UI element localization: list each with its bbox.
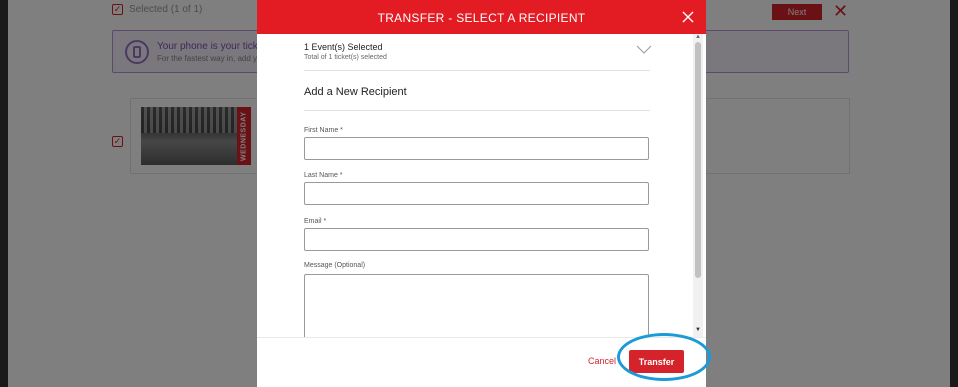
first-name-label: First Name * bbox=[304, 127, 343, 134]
divider bbox=[304, 70, 650, 71]
modal-body: 1 Event(s) Selected Total of 1 ticket(s)… bbox=[257, 34, 706, 337]
chevron-down-icon[interactable] bbox=[636, 42, 652, 54]
close-icon[interactable] bbox=[678, 7, 698, 27]
selection-subtitle: Total of 1 ticket(s) selected bbox=[304, 54, 387, 61]
scroll-up-icon[interactable]: ▲ bbox=[695, 34, 701, 40]
last-name-input[interactable] bbox=[304, 182, 649, 205]
scroll-down-icon[interactable]: ▼ bbox=[695, 327, 701, 333]
message-label: Message (Optional) bbox=[304, 262, 366, 269]
divider bbox=[304, 110, 650, 111]
modal-scrollbar[interactable]: ▲ ▼ bbox=[693, 34, 703, 337]
cancel-button[interactable]: Cancel bbox=[588, 356, 616, 366]
modal-title: TRANSFER - SELECT A RECIPIENT bbox=[377, 11, 586, 25]
scroll-thumb[interactable] bbox=[695, 42, 701, 278]
last-name-label: Last Name * bbox=[304, 172, 343, 179]
first-name-input[interactable] bbox=[304, 137, 649, 160]
selection-title: 1 Event(s) Selected bbox=[304, 42, 383, 52]
email-label: Email * bbox=[304, 218, 327, 225]
modal-header: TRANSFER - SELECT A RECIPIENT bbox=[257, 0, 706, 34]
section-title: Add a New Recipient bbox=[304, 86, 407, 98]
email-input[interactable] bbox=[304, 228, 649, 251]
message-textarea[interactable] bbox=[304, 274, 649, 337]
transfer-button[interactable]: Transfer bbox=[629, 350, 684, 373]
transfer-modal: TRANSFER - SELECT A RECIPIENT 1 Event(s)… bbox=[257, 0, 706, 387]
modal-footer: Cancel Transfer bbox=[257, 337, 706, 387]
